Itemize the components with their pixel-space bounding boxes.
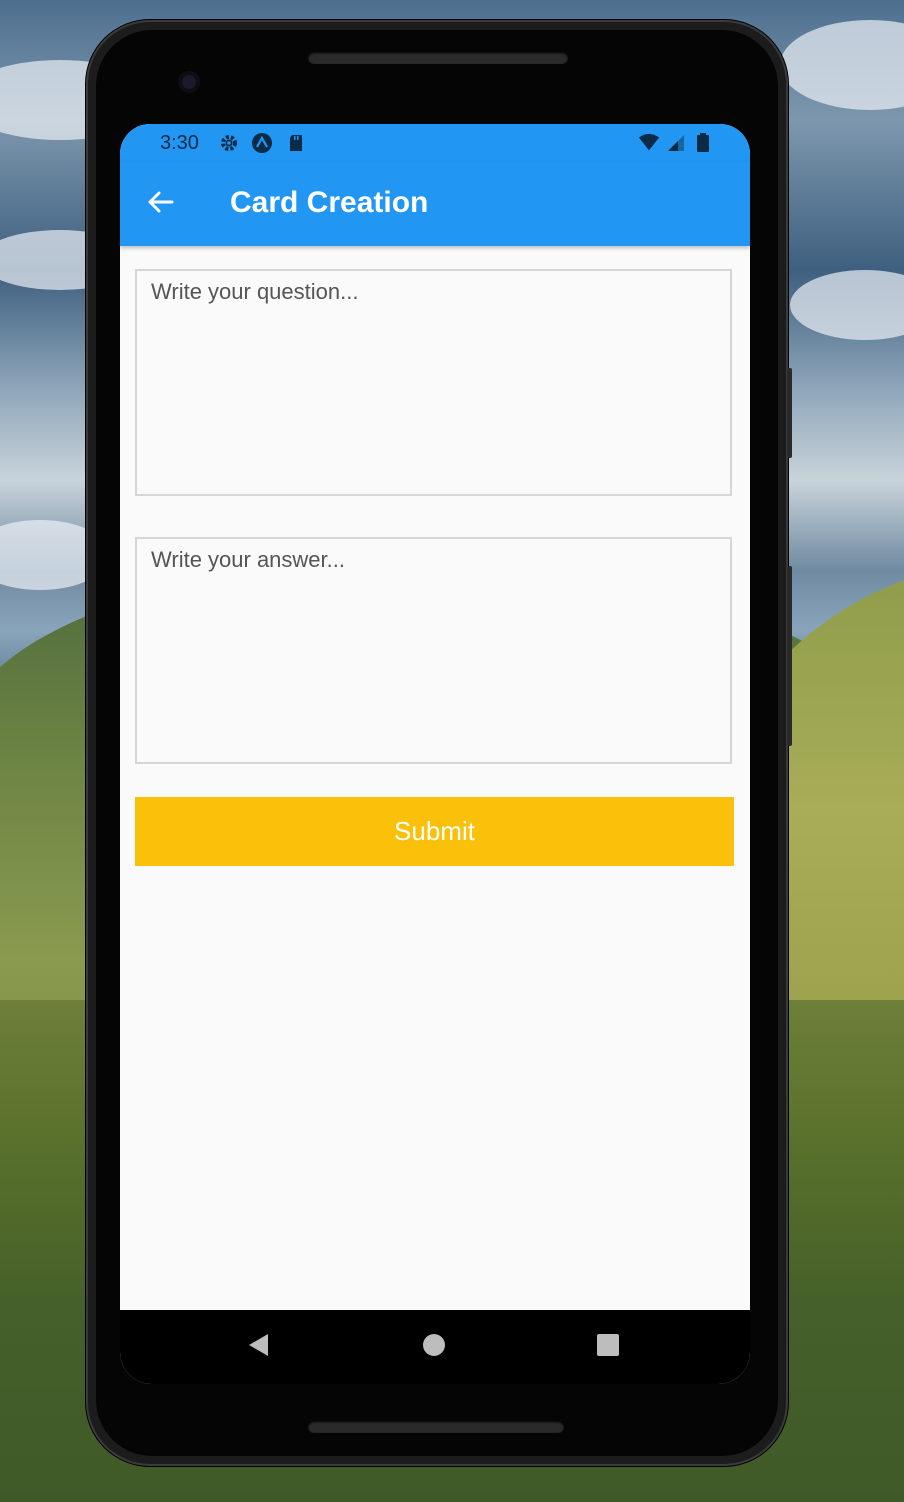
nav-home-button[interactable]	[419, 1332, 449, 1362]
battery-icon	[692, 132, 714, 154]
speaker-grille-top	[308, 52, 568, 64]
page-title: Card Creation	[230, 186, 429, 219]
front-camera	[178, 71, 200, 93]
nav-recents-button[interactable]	[593, 1332, 623, 1362]
system-nav-bar	[120, 1310, 750, 1384]
app-bar: Card Creation	[120, 162, 750, 246]
question-input[interactable]	[135, 269, 732, 496]
status-time: 3:30	[160, 132, 199, 154]
volume-button	[787, 368, 792, 458]
square-recents-icon	[596, 1333, 620, 1362]
gear-icon	[218, 132, 240, 154]
app-screen: 3:30 Card Creation Submit	[120, 124, 750, 1384]
nav-back-button[interactable]	[243, 1332, 273, 1362]
answer-input[interactable]	[135, 537, 732, 764]
status-bar: 3:30	[120, 124, 750, 162]
signal-icon	[665, 132, 687, 154]
arrow-left-icon	[146, 190, 174, 219]
app-logo-icon	[251, 132, 273, 154]
sd-card-icon	[285, 132, 307, 154]
wifi-icon	[638, 132, 660, 154]
back-button[interactable]	[140, 184, 180, 224]
circle-home-icon	[422, 1333, 446, 1362]
triangle-back-icon	[246, 1332, 270, 1363]
speaker-grille-bottom	[308, 1421, 564, 1433]
power-button	[787, 566, 792, 746]
submit-button[interactable]: Submit	[135, 797, 734, 866]
